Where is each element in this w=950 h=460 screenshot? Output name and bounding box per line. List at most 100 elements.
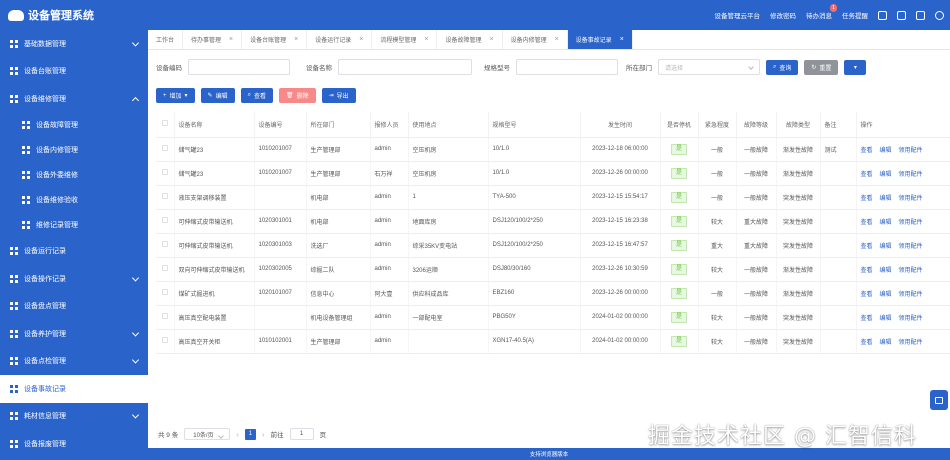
name-input[interactable] bbox=[338, 59, 472, 75]
parts-link[interactable]: 领用配件 bbox=[899, 340, 923, 346]
todo-link[interactable]: 待办消息 1 bbox=[806, 4, 837, 20]
sidebar-item-maintenance[interactable]: 设备养护管理 bbox=[0, 320, 148, 348]
tab-accident-records[interactable]: 设备事故记录 × bbox=[567, 30, 633, 49]
row-checkbox[interactable] bbox=[161, 241, 168, 247]
tab-workbench[interactable]: 工作台 bbox=[148, 30, 184, 49]
view-link[interactable]: 查看 bbox=[861, 292, 873, 298]
tab-internal-repair[interactable]: 设备内修管理 × bbox=[503, 30, 568, 49]
parts-link[interactable]: 领用配件 bbox=[899, 220, 923, 226]
sidebar-item-ledger[interactable]: 设备台账管理 bbox=[0, 58, 148, 86]
table-row[interactable]: 液压支架调移装置 机电部 admin 1 TYA-500 2023-12-15 15:54… bbox=[156, 185, 950, 210]
view-link[interactable]: 查看 bbox=[861, 244, 873, 250]
select-all-cell[interactable] bbox=[156, 112, 175, 138]
parts-link[interactable]: 领用配件 bbox=[899, 148, 923, 154]
page-number[interactable]: 1 bbox=[244, 428, 256, 440]
row-checkbox[interactable] bbox=[161, 337, 168, 343]
fullscreen-icon[interactable] bbox=[897, 10, 906, 20]
spec-input[interactable] bbox=[516, 59, 618, 75]
view-link[interactable]: 查看 bbox=[861, 196, 873, 202]
edit-link[interactable]: 编辑 bbox=[880, 316, 892, 322]
view-link[interactable]: 查看 bbox=[861, 148, 873, 154]
reset-button[interactable]: ↻ 重置 bbox=[804, 59, 839, 75]
close-icon[interactable]: × bbox=[620, 36, 624, 43]
close-icon[interactable]: × bbox=[294, 36, 298, 43]
row-select-cell[interactable] bbox=[156, 233, 175, 258]
view-link[interactable]: 查看 bbox=[861, 220, 873, 226]
edit-link[interactable]: 编辑 bbox=[880, 292, 892, 298]
table-row[interactable]: 可伸缩式皮带输送机 1020301001 机电部 admin 地面库房 DSJ120/10… bbox=[156, 209, 950, 234]
row-checkbox[interactable] bbox=[161, 193, 168, 199]
sidebar-subitem-outsourced-repair[interactable]: 设备外委维修 bbox=[0, 163, 148, 188]
parts-link[interactable]: 领用配件 bbox=[899, 292, 923, 298]
parts-link[interactable]: 领用配件 bbox=[899, 196, 923, 202]
edit-link[interactable]: 编辑 bbox=[880, 244, 892, 250]
row-checkbox[interactable] bbox=[161, 145, 168, 151]
sidebar-item-inspection[interactable]: 设备点检管理 bbox=[0, 348, 148, 376]
lock-icon[interactable] bbox=[916, 10, 925, 20]
change-password-link[interactable]: 修改密码 bbox=[770, 10, 796, 20]
close-icon[interactable]: × bbox=[489, 36, 493, 43]
table-row[interactable]: 高压真空配电装置 机电设备管理组 admin 一部配电室 PBG50Y 2024-01-0… bbox=[156, 305, 950, 330]
row-checkbox[interactable] bbox=[161, 265, 168, 271]
row-select-cell[interactable] bbox=[156, 137, 175, 162]
add-button[interactable]: + 增加 ▾ bbox=[156, 88, 195, 103]
code-input[interactable] bbox=[188, 59, 290, 75]
edit-link[interactable]: 编辑 bbox=[880, 340, 892, 346]
edit-button[interactable]: ✎ 编辑 bbox=[200, 88, 235, 103]
table-row[interactable]: 高压真空开关柜 1010102001 生产管理部 admin XGN17-40.5(A)… bbox=[156, 329, 950, 354]
sidebar-subitem-fault[interactable]: 设备故障管理 bbox=[0, 113, 148, 138]
view-button[interactable]: ⌕ 查看 bbox=[240, 88, 273, 103]
query-button[interactable]: ⌕ 查询 bbox=[766, 59, 799, 75]
row-select-cell[interactable] bbox=[156, 161, 175, 186]
platform-link[interactable]: 设备管理云平台 bbox=[715, 10, 761, 20]
close-icon[interactable]: × bbox=[359, 36, 363, 43]
parts-link[interactable]: 领用配件 bbox=[899, 244, 923, 250]
row-select-cell[interactable] bbox=[156, 185, 175, 210]
sidebar-item-accident-records[interactable]: 设备事故记录 bbox=[0, 375, 148, 403]
tab-ledger[interactable]: 设备台账管理 × bbox=[242, 30, 308, 49]
table-row[interactable]: 煤矿式掘进机 1020101007 信息中心 阿大壹 供应科成品库 EBZ160 2023-… bbox=[156, 281, 950, 306]
delete-button[interactable]: 🗑 删除 bbox=[278, 88, 316, 103]
edit-link[interactable]: 编辑 bbox=[880, 148, 892, 154]
view-link[interactable]: 查看 bbox=[861, 340, 873, 346]
sidebar-item-repair[interactable]: 设备维修管理 bbox=[0, 85, 148, 113]
shirt-icon[interactable] bbox=[878, 10, 887, 20]
sidebar-item-run-records[interactable]: 设备运行记录 bbox=[0, 238, 148, 266]
row-checkbox[interactable] bbox=[161, 289, 168, 295]
sidebar-item-operation-records[interactable]: 设备操作记录 bbox=[0, 265, 148, 293]
view-link[interactable]: 查看 bbox=[861, 316, 873, 322]
feedback-float-button[interactable] bbox=[930, 390, 948, 410]
view-link[interactable]: 查看 bbox=[861, 172, 873, 178]
sidebar-subitem-internal-repair[interactable]: 设备内修管理 bbox=[0, 138, 148, 163]
close-icon[interactable]: × bbox=[555, 36, 559, 43]
parts-link[interactable]: 领用配件 bbox=[899, 172, 923, 178]
table-row[interactable]: 可伸缩式皮带输送机 1020301003 洗选厂 admin 综采35KV变电站 DSJ1… bbox=[156, 233, 950, 258]
table-row[interactable]: 储气罐23 1010201007 生产管理部 石万祥 空压机房 10/1.0 2023-12… bbox=[156, 161, 950, 186]
more-dropdown-button[interactable]: ▾ bbox=[844, 59, 867, 75]
row-select-cell[interactable] bbox=[156, 305, 175, 330]
sidebar-subitem-repair-records[interactable]: 维修记录管理 bbox=[0, 213, 148, 238]
tab-fault[interactable]: 设备故障管理 × bbox=[437, 30, 503, 49]
tab-todo[interactable]: 待办事管理 × bbox=[183, 30, 243, 49]
tab-run-records[interactable]: 设备运行记录 × bbox=[307, 30, 373, 49]
sidebar-item-inventory[interactable]: 设备盘点管理 bbox=[0, 293, 148, 321]
row-select-cell[interactable] bbox=[156, 281, 175, 306]
close-icon[interactable]: × bbox=[424, 36, 428, 43]
power-icon[interactable] bbox=[935, 10, 944, 20]
sidebar-item-basic-data[interactable]: 基础数据管理 bbox=[0, 30, 148, 58]
parts-link[interactable]: 领用配件 bbox=[899, 268, 923, 274]
select-all-checkbox[interactable] bbox=[161, 120, 168, 127]
edit-link[interactable]: 编辑 bbox=[880, 196, 892, 202]
sidebar-subitem-acceptance[interactable]: 设备维修验收 bbox=[0, 188, 148, 213]
close-icon[interactable]: × bbox=[229, 36, 233, 43]
sidebar-item-consumables[interactable]: 耗材信息管理 bbox=[0, 403, 148, 431]
goto-page-input[interactable]: 1 bbox=[289, 428, 314, 440]
task-reminder-link[interactable]: 任务提醒 bbox=[842, 10, 868, 20]
row-select-cell[interactable] bbox=[156, 257, 175, 282]
edit-link[interactable]: 编辑 bbox=[880, 268, 892, 274]
table-row[interactable]: 储气罐23 1010201007 生产管理部 admin 空压机房 10/1.0 2023-… bbox=[156, 137, 950, 162]
export-button[interactable]: ⇥ 导出 bbox=[321, 88, 356, 103]
tab-process-model[interactable]: 流程模型管理 × bbox=[372, 30, 438, 49]
row-select-cell[interactable] bbox=[156, 209, 175, 234]
table-row[interactable]: 双向可伸缩式皮带输送机 1020302005 综掘二队 admin 3206运顺 DSJ8… bbox=[156, 257, 950, 282]
